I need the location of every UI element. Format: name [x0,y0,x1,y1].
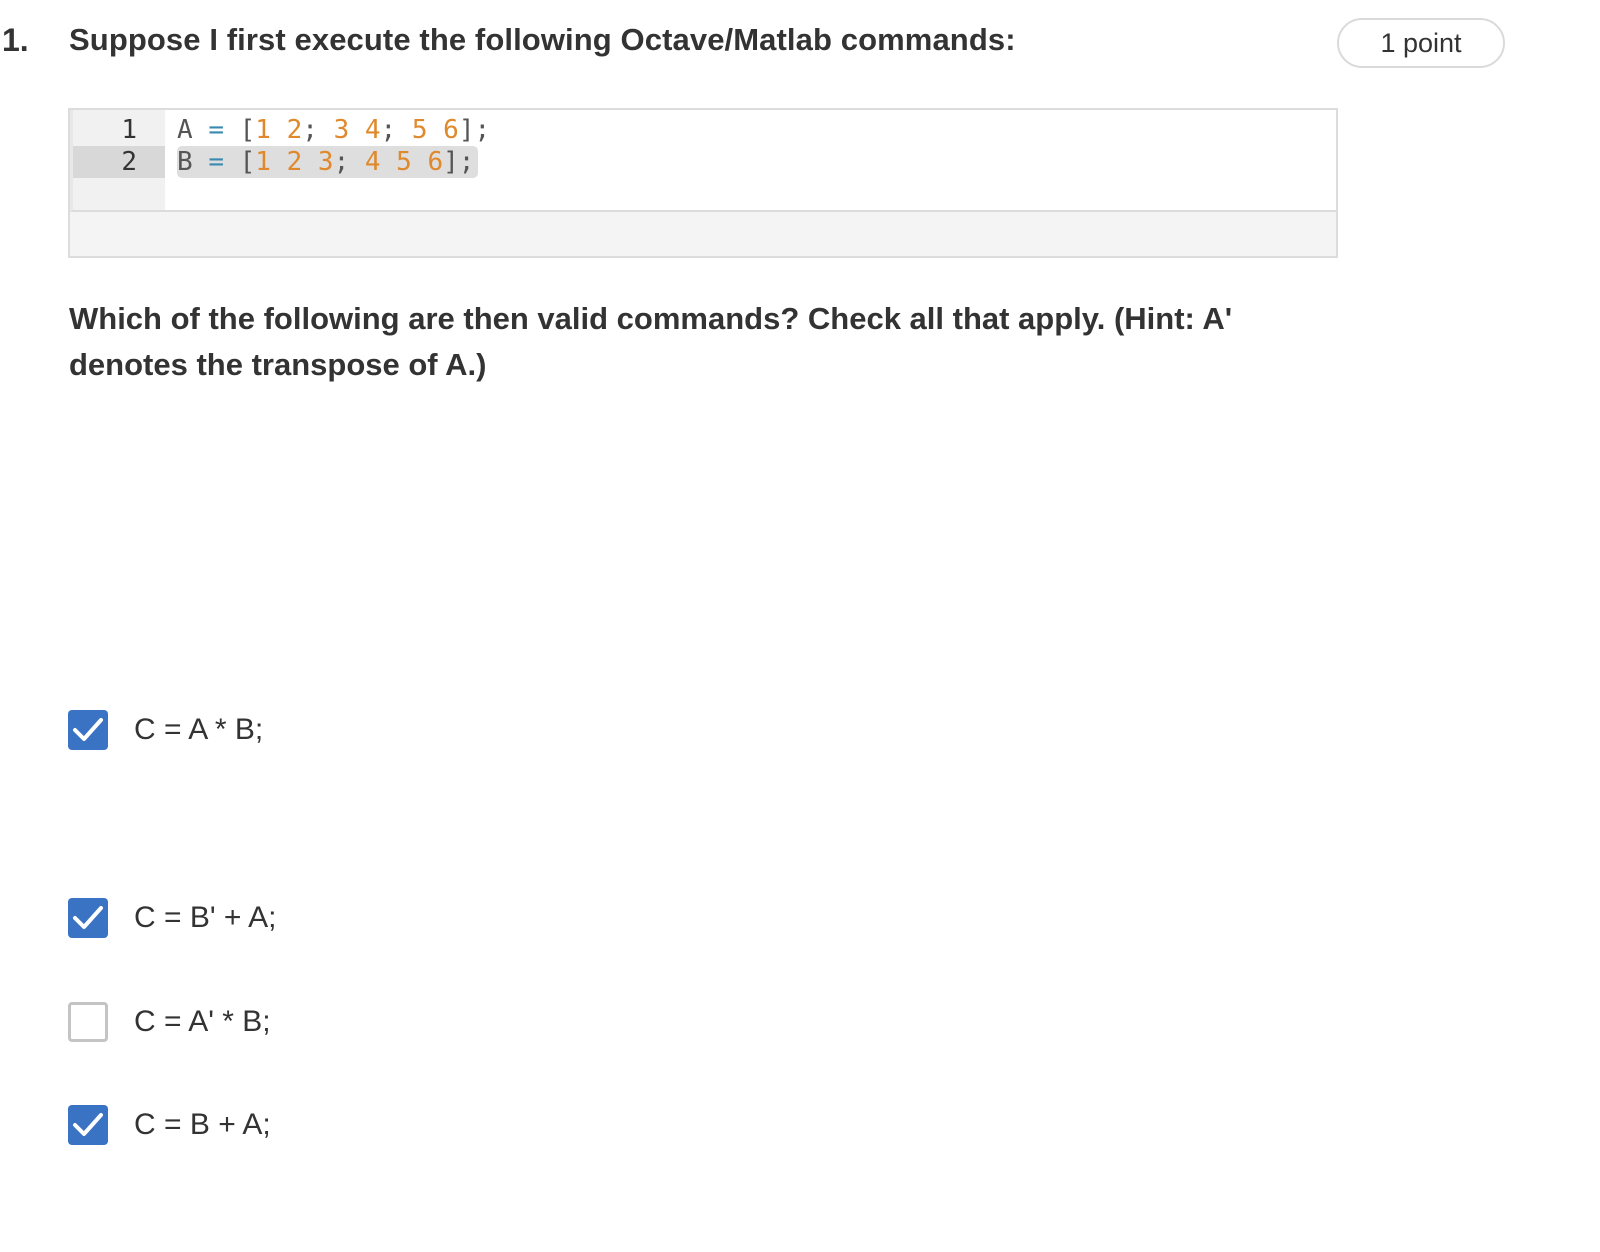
code-punctuation: ; [302,115,334,145]
code-editor: 1 2 A = [1 2; 3 4; 5 6]; B = [1 2 3; 4 5… [70,110,1336,212]
option-label[interactable]: C = A * B; [134,713,263,747]
question-title: Suppose I first execute the following Oc… [69,22,1016,57]
quiz-question: 1. Suppose I first execute the following… [0,0,1600,1252]
code-punctuation: [ [239,147,256,177]
code-operator: = [208,115,224,145]
checkbox-checked[interactable] [68,1105,108,1145]
checkbox-unchecked[interactable] [68,1002,108,1042]
points-badge: 1 point [1337,18,1505,68]
code-punctuation: [ [239,115,256,145]
option-4[interactable]: C = B + A; [68,1104,271,1146]
check-icon [73,1113,103,1136]
code-punctuation: ]; [443,147,475,177]
option-3[interactable]: C = A' * B; [68,1001,271,1043]
code-variable: A [177,115,193,145]
code-variable: B [177,147,193,177]
code-block: 1 2 A = [1 2; 3 4; 5 6]; B = [1 2 3; 4 5… [68,108,1338,258]
option-label[interactable]: C = B' + A; [134,901,276,935]
code-line-selected: B = [1 2 3; 4 5 6]; [177,146,479,178]
code-number: 5 6 [411,115,459,145]
code-line: A = [1 2; 3 4; 5 6]; [177,114,490,146]
check-icon [73,906,103,929]
code-punctuation: ; [380,115,412,145]
code-number: 1 2 [255,115,303,145]
code-number: 1 2 3 [255,147,334,177]
option-2[interactable]: C = B' + A; [68,897,276,939]
checkbox-checked[interactable] [68,710,108,750]
checkbox-checked[interactable] [68,898,108,938]
question-instructions: Which of the following are then valid co… [69,301,1233,382]
line-number: 2 [121,147,137,177]
code-number: 4 5 6 [364,147,444,177]
option-1[interactable]: C = A * B; [68,709,263,751]
code-operator: = [208,147,224,177]
question-number: 1. [2,22,29,58]
code-number: 3 4 [333,115,381,145]
code-tokens: [1 2 3; 4 5 6]; [240,147,475,177]
code-tokens: [1 2; 3 4; 5 6]; [240,115,491,145]
line-number: 1 [121,115,137,145]
option-label[interactable]: C = B + A; [134,1108,271,1142]
option-label[interactable]: C = A' * B; [134,1005,271,1039]
code-punctuation: ]; [458,115,491,145]
code-punctuation: ; [333,147,365,177]
check-icon [73,718,103,741]
